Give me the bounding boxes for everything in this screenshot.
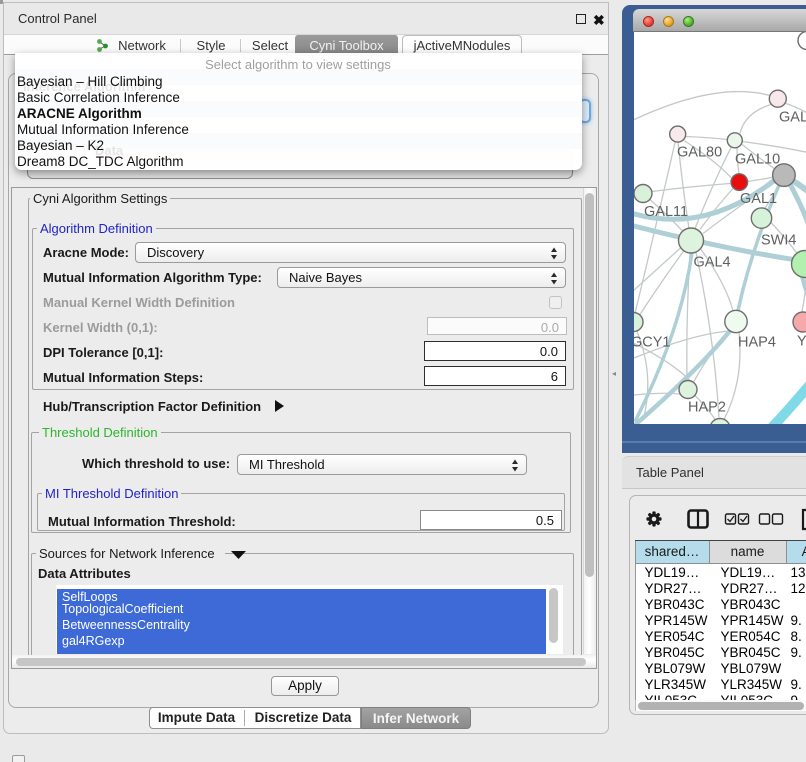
svg-text:GAL1: GAL1 — [740, 191, 777, 207]
svg-text:GAL80: GAL80 — [677, 144, 722, 160]
svg-text:GAL10: GAL10 — [735, 151, 780, 167]
svg-text:GAL2: GAL2 — [779, 109, 806, 125]
svg-text:GAL11: GAL11 — [644, 204, 688, 220]
svg-text:YJ: YJ — [797, 333, 806, 349]
svg-text:GAL4: GAL4 — [694, 254, 731, 270]
svg-text:GCY1: GCY1 — [634, 334, 671, 350]
svg-text:HAP4: HAP4 — [738, 334, 776, 350]
svg-text:HAP2: HAP2 — [688, 399, 726, 415]
svg-text:SWI4: SWI4 — [761, 232, 796, 248]
